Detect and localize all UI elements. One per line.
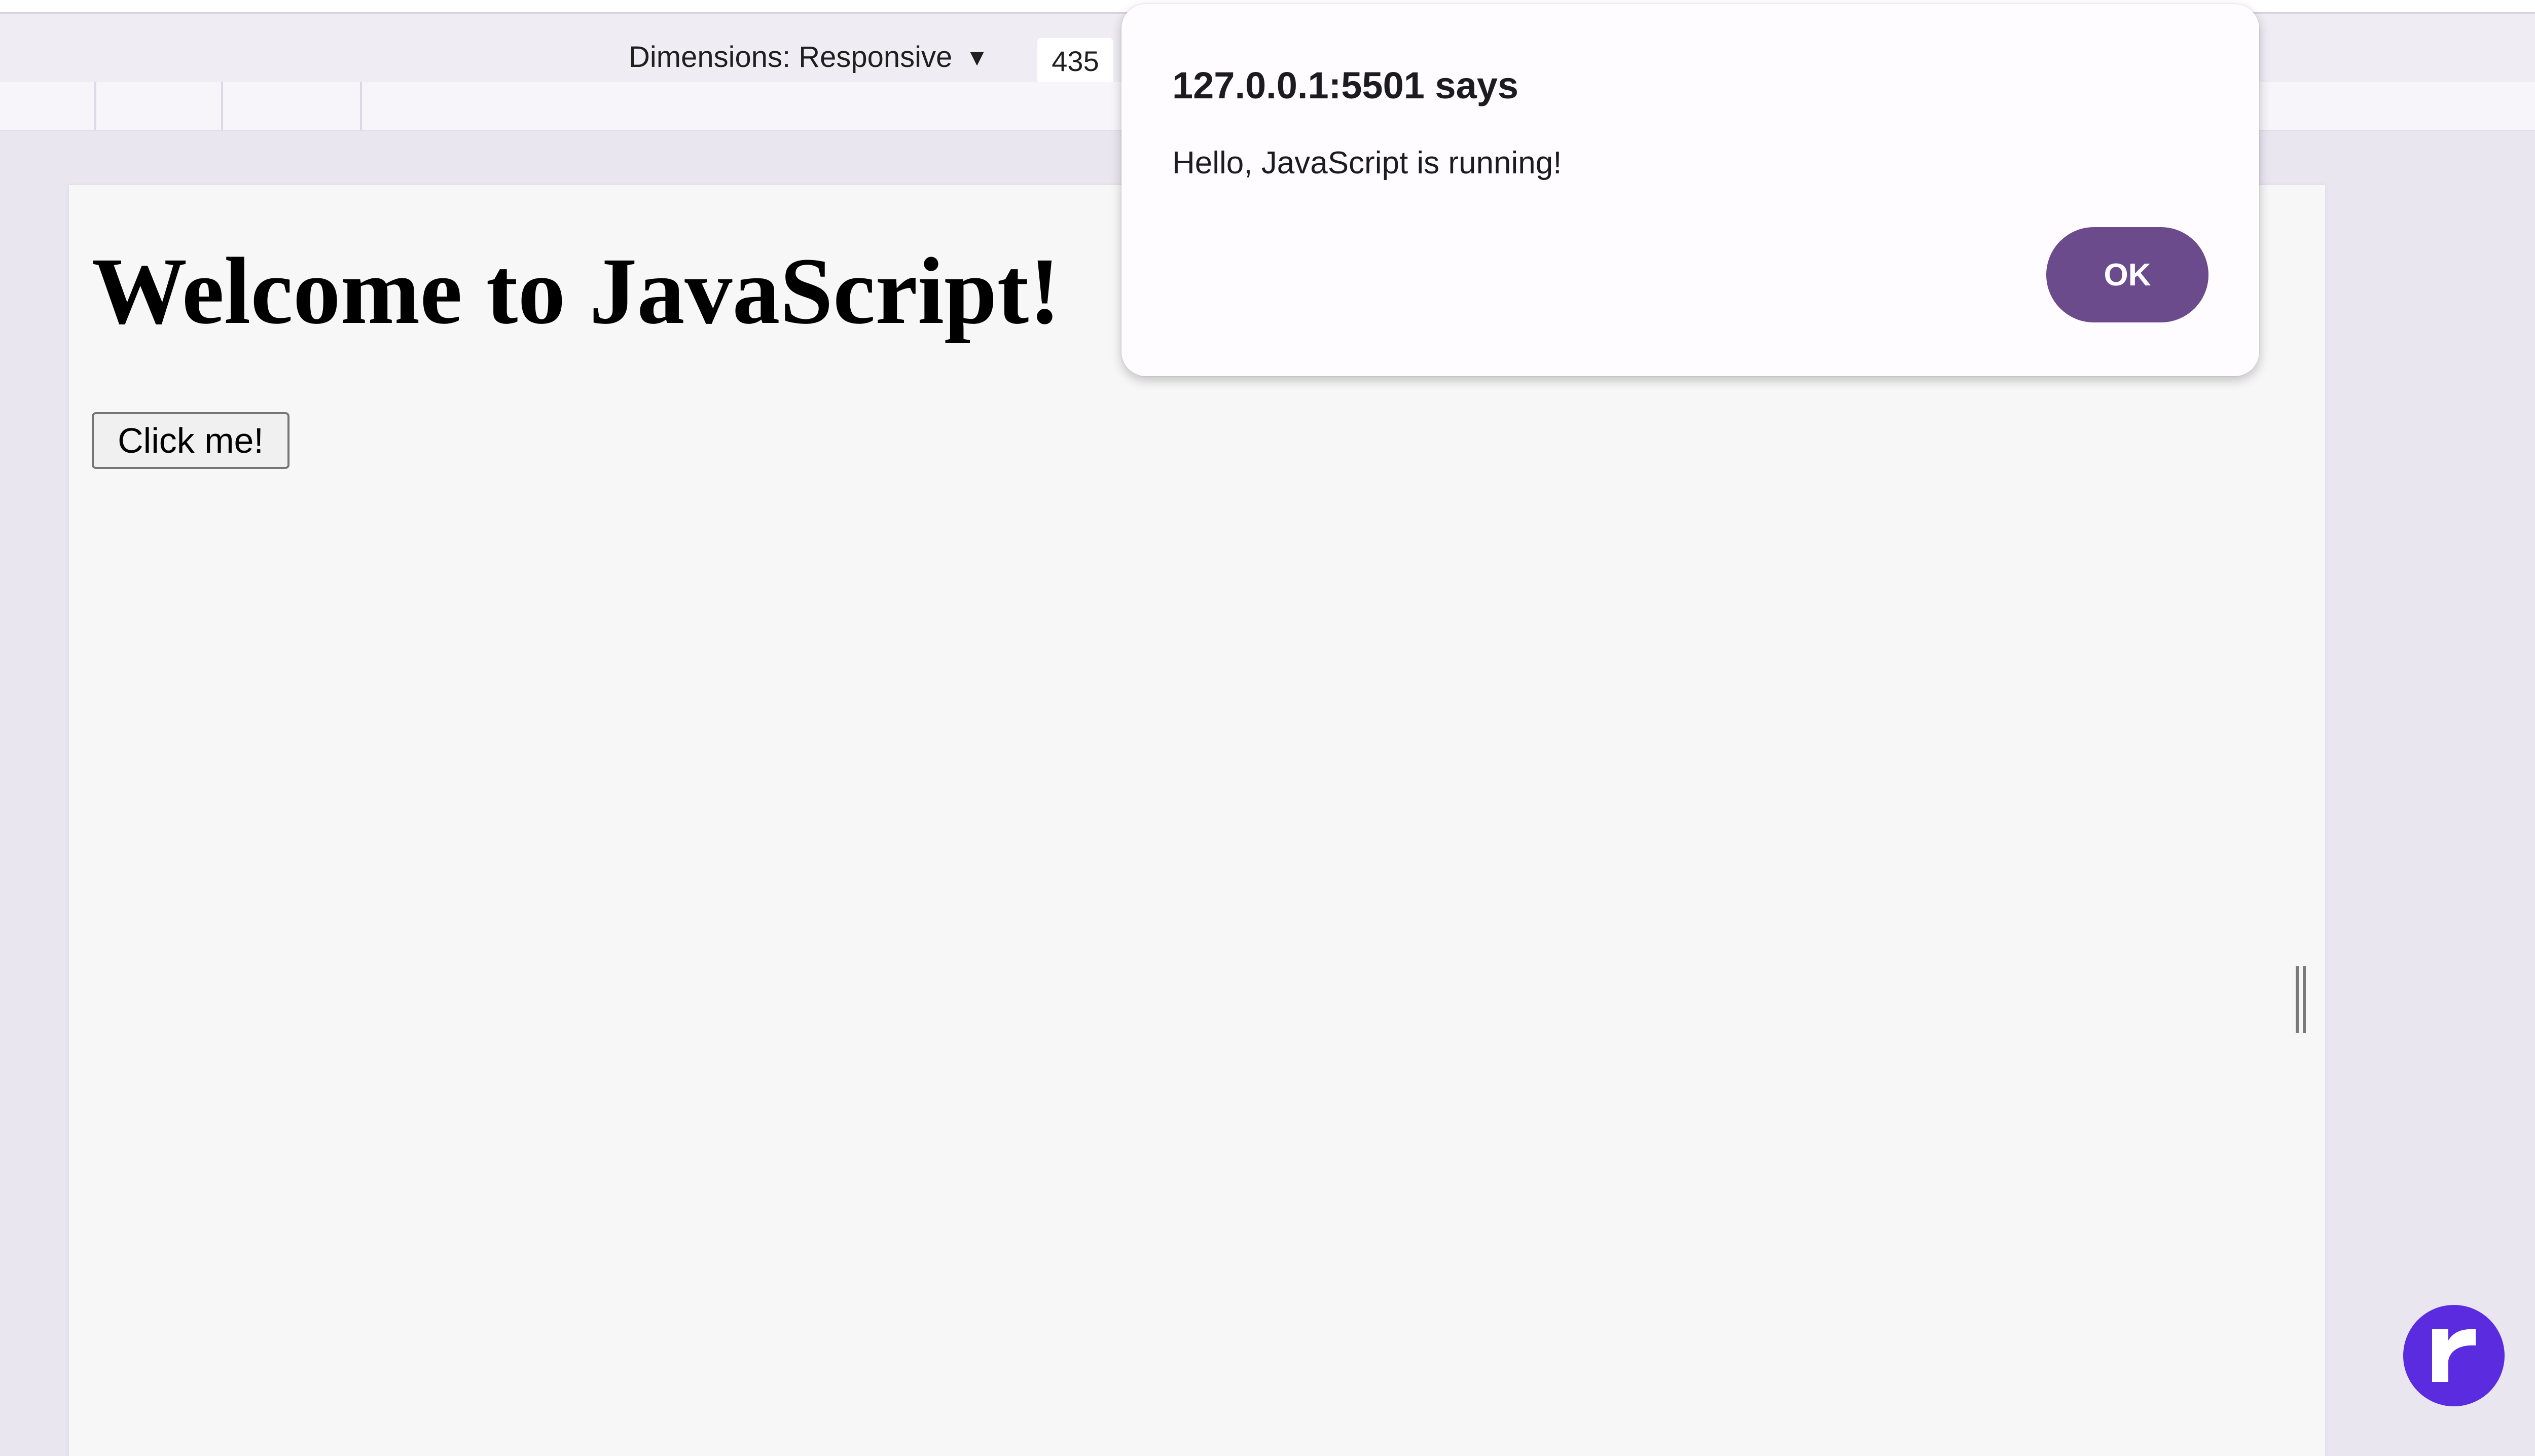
- viewport-resize-handle[interactable]: [2295, 966, 2307, 1033]
- alert-title: 127.0.0.1:5501 says: [1172, 64, 1519, 106]
- ok-button[interactable]: OK: [2046, 227, 2208, 322]
- click-me-button[interactable]: Click me!: [92, 412, 289, 469]
- media-query-divider: [94, 82, 96, 130]
- alert-message: Hello, JavaScript is running!: [1172, 145, 1562, 180]
- r-logo-glyph: [2432, 1329, 2476, 1382]
- media-query-divider: [221, 82, 223, 130]
- width-input[interactable]: 435: [1037, 38, 1113, 84]
- alert-dialog: 127.0.0.1:5501 says Hello, JavaScript is…: [1121, 4, 2259, 376]
- dimensions-dropdown[interactable]: Dimensions: Responsive ▼: [629, 40, 989, 74]
- dimensions-label: Dimensions: Responsive: [629, 41, 953, 74]
- page-heading: Welcome to JavaScript!: [92, 238, 1061, 344]
- media-query-divider: [360, 82, 362, 130]
- r-logo-icon[interactable]: [2403, 1305, 2505, 1406]
- caret-down-icon: ▼: [965, 44, 989, 70]
